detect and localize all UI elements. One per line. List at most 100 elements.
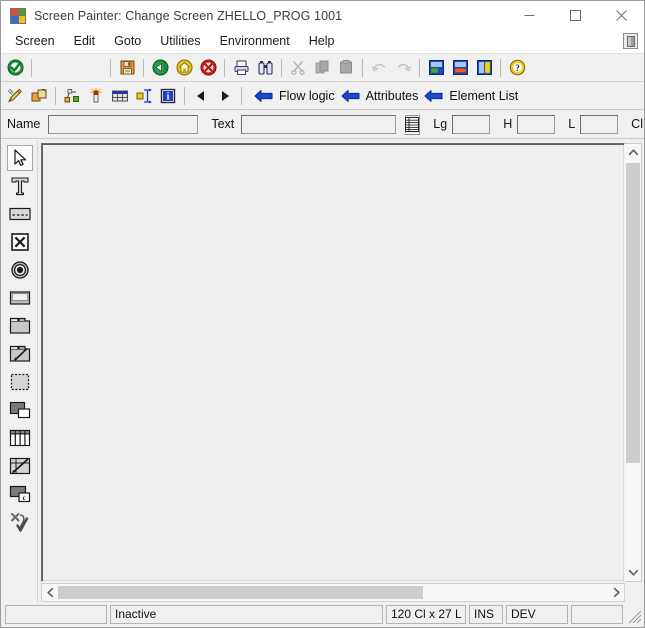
dictionary-fields-icon[interactable] — [404, 113, 421, 135]
horizontal-scrollbar-track[interactable] — [58, 584, 608, 601]
tool-palette: c — [3, 141, 38, 602]
text-field-tool[interactable] — [7, 173, 33, 199]
flow-logic-nav[interactable]: Flow logic — [252, 84, 339, 107]
menu-item-screen[interactable]: Screen — [6, 32, 64, 51]
cl-label: Cl — [631, 117, 643, 131]
scroll-up-arrow-icon[interactable] — [625, 144, 641, 161]
table-control-grid-icon[interactable] — [7, 425, 33, 451]
element-list-nav-label: Element List — [449, 88, 519, 103]
canvas-area — [38, 141, 642, 602]
scroll-down-arrow-icon[interactable] — [625, 564, 641, 581]
toolbar-separator — [31, 58, 32, 77]
menu-item-utilities[interactable]: Utilities — [151, 32, 209, 51]
status-insert-mode[interactable]: INS — [469, 604, 503, 624]
minimize-icon[interactable] — [506, 1, 552, 30]
secondary-toolbar: i Flow logic Attributes Element List — [1, 82, 644, 110]
scissors-cut-icon[interactable] — [286, 56, 310, 79]
horizontal-scrollbar[interactable] — [41, 583, 625, 602]
l-input[interactable] — [580, 114, 619, 134]
title-bar: Screen Painter: Change Screen ZHELLO_PRO… — [1, 1, 644, 30]
screen-layout-yellow-icon[interactable] — [472, 56, 496, 79]
checkbox-x-icon[interactable] — [7, 229, 33, 255]
resize-arrows-icon[interactable] — [132, 84, 156, 107]
lg-input[interactable] — [452, 114, 491, 134]
blue-left-arrow-icon — [254, 89, 273, 102]
status-check-icon[interactable] — [7, 509, 33, 535]
yellow-exit-icon[interactable] — [172, 56, 196, 79]
paste-clipboard-icon[interactable] — [334, 56, 358, 79]
align-elements-icon[interactable] — [60, 84, 84, 107]
blue-info-icon[interactable]: i — [156, 84, 180, 107]
toolbar-separator — [281, 58, 282, 77]
printer-icon[interactable] — [229, 56, 253, 79]
floppy-save-icon[interactable] — [115, 56, 139, 79]
sap-logo-icon — [10, 7, 26, 24]
scroll-left-arrow-icon[interactable] — [42, 584, 58, 601]
radio-button-tool[interactable] — [7, 257, 33, 283]
toolbar-separator — [55, 86, 56, 105]
status-extra — [571, 604, 623, 624]
tabstrip-tool[interactable] — [7, 313, 33, 339]
toolbar-separator — [184, 86, 185, 105]
name-input[interactable] — [48, 114, 199, 134]
attributes-nav[interactable]: Attributes — [339, 84, 423, 107]
triangle-left-icon[interactable] — [189, 84, 213, 107]
svg-text:?: ? — [515, 63, 520, 73]
menu-item-environment[interactable]: Environment — [211, 32, 299, 51]
lg-label: Lg — [433, 117, 448, 131]
screen-layout-canvas[interactable] — [41, 143, 625, 582]
menu-item-edit[interactable]: Edit — [65, 32, 105, 51]
menu-item-goto[interactable]: Goto — [105, 32, 150, 51]
l-label: L — [568, 117, 576, 131]
vertical-scrollbar-track[interactable] — [625, 161, 641, 564]
primary-toolbar: ? — [1, 54, 644, 82]
scroll-right-arrow-icon[interactable] — [608, 584, 624, 601]
green-check-circle-icon[interactable] — [3, 56, 27, 79]
copy-screen-icon[interactable] — [27, 84, 51, 107]
text-input[interactable] — [241, 114, 397, 134]
menu-item-help[interactable]: Help — [300, 32, 344, 51]
vertical-scrollbar[interactable] — [625, 143, 642, 582]
screen-layout-green-icon[interactable] — [424, 56, 448, 79]
pencil-ruler-icon[interactable] — [3, 84, 27, 107]
red-cancel-icon[interactable] — [196, 56, 220, 79]
resize-grip-icon[interactable] — [628, 610, 642, 624]
blue-left-arrow-icon — [424, 89, 443, 102]
toolbar-separator — [143, 58, 144, 77]
scrollbar-corner — [625, 583, 642, 602]
toolbar-separator — [500, 58, 501, 77]
pointer-tool[interactable] — [7, 145, 33, 171]
h-input[interactable] — [517, 114, 556, 134]
highlight-sparkle-icon[interactable] — [84, 84, 108, 107]
window-controls — [506, 1, 644, 30]
horizontal-scrollbar-thumb[interactable] — [58, 586, 423, 599]
status-message-area — [5, 604, 107, 624]
copy-pages-icon[interactable] — [310, 56, 334, 79]
table-wizard-icon[interactable] — [7, 453, 33, 479]
status-text: Inactive — [110, 604, 383, 624]
toolbar-separator — [224, 58, 225, 77]
green-back-arrow-icon[interactable] — [148, 56, 172, 79]
screen-layout-orange-icon[interactable] — [448, 56, 472, 79]
question-help-icon[interactable]: ? — [505, 56, 529, 79]
triangle-right-icon[interactable] — [213, 84, 237, 107]
attributes-nav-label: Attributes — [365, 88, 419, 103]
pushbutton-tool[interactable] — [7, 285, 33, 311]
binoculars-find-icon[interactable] — [253, 56, 277, 79]
table-control-icon[interactable] — [108, 84, 132, 107]
text-label: Text — [211, 117, 235, 131]
custom-control-icon[interactable]: c — [7, 481, 33, 507]
vertical-scrollbar-thumb[interactable] — [626, 163, 640, 463]
element-list-nav[interactable]: Element List — [422, 84, 522, 107]
input-output-field-tool[interactable] — [7, 201, 33, 227]
box-frame-icon[interactable] — [7, 397, 33, 423]
tabstrip-wizard-tool[interactable] — [7, 341, 33, 367]
maximize-icon[interactable] — [552, 1, 598, 30]
redo-arrow-icon[interactable] — [391, 56, 415, 79]
subscreen-dotted-icon[interactable] — [7, 369, 33, 395]
toolbar-separator — [362, 58, 363, 77]
close-icon[interactable] — [598, 1, 644, 30]
horizontal-scrollbar-row — [41, 583, 642, 602]
layout-panel-icon[interactable] — [623, 33, 638, 49]
undo-arrow-icon[interactable] — [367, 56, 391, 79]
